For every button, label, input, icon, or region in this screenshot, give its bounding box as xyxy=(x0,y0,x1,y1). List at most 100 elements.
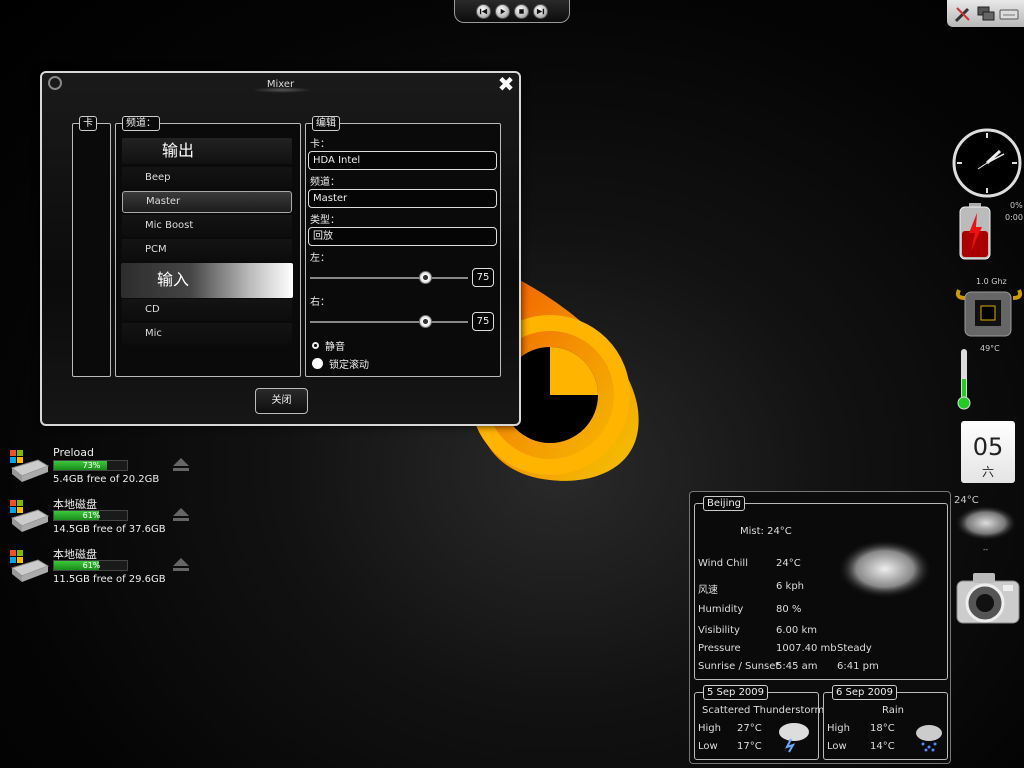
channel-group: 频道： 输出 Beep Master Mic Boost PCM 输入 CD M… xyxy=(115,116,301,377)
wind-speed-value: 6 kph xyxy=(776,581,805,592)
card-group: 卡 xyxy=(72,116,111,377)
forecast-condition: Rain xyxy=(882,705,904,716)
forecast-date: 5 Sep 2009 xyxy=(703,685,769,700)
channel-item-beep[interactable]: Beep xyxy=(122,167,292,189)
rain-icon xyxy=(916,725,942,752)
forecast-low-label: Low xyxy=(698,741,718,752)
drive-usage-bar: 61% xyxy=(53,560,128,571)
forecast-low: 14°C xyxy=(870,741,895,752)
drive-usage-bar: 61% xyxy=(53,510,128,521)
thermometer-icon xyxy=(957,349,971,410)
next-button[interactable] xyxy=(533,3,548,19)
cpu-frequency: 1.0 Ghz xyxy=(976,277,1007,286)
mini-weather-cloud-icon xyxy=(954,505,1018,541)
channel-item-mic[interactable]: Mic xyxy=(122,323,292,345)
edit-group-label: 编辑 xyxy=(312,116,340,131)
card-label: 卡： xyxy=(310,139,330,150)
weather-condition: Mist: 24°C xyxy=(740,526,792,537)
drive-item[interactable]: 本地磁盘 61% 11.5GB free of 29.6GB xyxy=(8,546,208,590)
channel-item-mic-boost[interactable]: Mic Boost xyxy=(122,215,292,237)
cpu-gadget-icon xyxy=(955,289,1023,337)
previous-icon xyxy=(479,8,488,14)
type-field[interactable]: 回放 xyxy=(308,227,497,246)
pressure-trend: Steady xyxy=(837,643,872,654)
title-glow xyxy=(252,87,312,93)
current-weather-panel: Beijing Mist: 24°C Wind Chill 24°C 风速 6 … xyxy=(694,496,948,680)
network-icon[interactable] xyxy=(976,4,996,24)
forecast-low: 17°C xyxy=(737,741,762,752)
next-icon xyxy=(536,8,545,14)
visibility-value: 6.00 km xyxy=(776,625,817,636)
hard-drive-icon xyxy=(10,550,50,582)
humidity-value: 80 % xyxy=(776,604,802,615)
pressure-label: Pressure xyxy=(698,643,741,654)
left-slider-thumb[interactable] xyxy=(419,271,432,284)
drive-item[interactable]: 本地磁盘 61% 14.5GB free of 37.6GB xyxy=(8,496,208,540)
lock-option[interactable]: 锁定滚动 xyxy=(312,356,369,371)
calendar-weekday: 六 xyxy=(981,465,994,479)
stop-icon xyxy=(519,8,524,14)
sunrise-sunset-label: Sunrise / Sunset xyxy=(698,661,780,672)
drive-free-space: 5.4GB free of 20.2GB xyxy=(53,474,160,485)
wind-speed-label: 风速 xyxy=(698,585,718,596)
mist-cloud-icon xyxy=(837,539,933,599)
channel-item-cd[interactable]: CD xyxy=(122,299,292,321)
weather-widget: Beijing Mist: 24°C Wind Chill 24°C 风速 6 … xyxy=(689,491,951,764)
drive-usage-percent: 73% xyxy=(82,461,101,470)
thunderstorm-icon xyxy=(779,723,809,753)
eject-icon[interactable] xyxy=(172,556,190,572)
forecast-date: 6 Sep 2009 xyxy=(832,685,898,700)
drive-name: Preload xyxy=(53,446,94,459)
window-close-icon[interactable]: ✖ xyxy=(496,74,516,94)
eject-icon[interactable] xyxy=(172,456,190,472)
mute-option[interactable]: 静音 xyxy=(312,338,345,353)
drive-usage-percent: 61% xyxy=(82,561,101,570)
left-volume-slider[interactable] xyxy=(310,277,468,279)
channel-item-master[interactable]: Master xyxy=(122,191,292,213)
drive-free-space: 11.5GB free of 29.6GB xyxy=(53,574,166,585)
right-slider-thumb[interactable] xyxy=(419,315,432,328)
keyboard-icon[interactable] xyxy=(999,4,1019,24)
output-header: 输出 xyxy=(122,138,292,164)
calendar-day: 05 xyxy=(972,433,1004,461)
mute-radio[interactable] xyxy=(312,342,319,349)
sunset-value: 6:41 pm xyxy=(837,661,879,672)
hard-drive-icon xyxy=(10,500,50,532)
forecast-high-label: High xyxy=(827,723,850,734)
channel-item-pcm[interactable]: PCM xyxy=(122,239,292,261)
visibility-label: Visibility xyxy=(698,625,740,636)
left-label: 左： xyxy=(310,253,330,264)
lock-radio[interactable] xyxy=(312,358,323,369)
camera-icon[interactable] xyxy=(955,567,1021,633)
channel-field[interactable]: Master xyxy=(308,189,497,208)
battery-percent: 0% xyxy=(1010,201,1023,210)
sunrise-value: 5:45 am xyxy=(776,661,818,672)
close-button[interactable]: 关闭 xyxy=(255,388,308,414)
card-group-label: 卡 xyxy=(79,116,97,131)
drive-usage-bar: 73% xyxy=(53,460,128,471)
drive-usage-percent: 61% xyxy=(82,511,101,520)
pressure-value: 1007.40 mb xyxy=(776,643,837,654)
play-button[interactable] xyxy=(495,3,510,19)
card-field[interactable]: HDA Intel xyxy=(308,151,497,170)
forecast-low-label: Low xyxy=(827,741,847,752)
drive-free-space: 14.5GB free of 37.6GB xyxy=(53,524,166,535)
weather-city: Beijing xyxy=(703,496,746,511)
mini-weather-separator: -- xyxy=(983,546,989,554)
forecast-high-label: High xyxy=(698,723,721,734)
input-header: 输入 xyxy=(121,263,293,298)
edit-group: 编辑 卡： HDA Intel 频道： Master 类型： 回放 左： 75 … xyxy=(305,116,501,377)
left-volume-spinbox[interactable]: 75 xyxy=(472,268,494,287)
drive-item[interactable]: Preload 73% 5.4GB free of 20.2GB xyxy=(8,446,208,490)
stop-button[interactable] xyxy=(514,3,529,19)
forecast-day: 5 Sep 2009 Scattered Thunderstorms High … xyxy=(694,685,829,760)
mute-label: 静音 xyxy=(325,342,345,353)
previous-button[interactable] xyxy=(476,3,491,19)
right-volume-spinbox[interactable]: 75 xyxy=(472,312,494,331)
eject-icon[interactable] xyxy=(172,506,190,522)
media-controls xyxy=(454,0,570,23)
channel-label: 频道： xyxy=(310,177,340,188)
tools-icon[interactable] xyxy=(953,4,973,24)
forecast-day: 6 Sep 2009 Rain High 18°C Low 14°C xyxy=(823,685,948,760)
right-volume-slider[interactable] xyxy=(310,321,468,323)
